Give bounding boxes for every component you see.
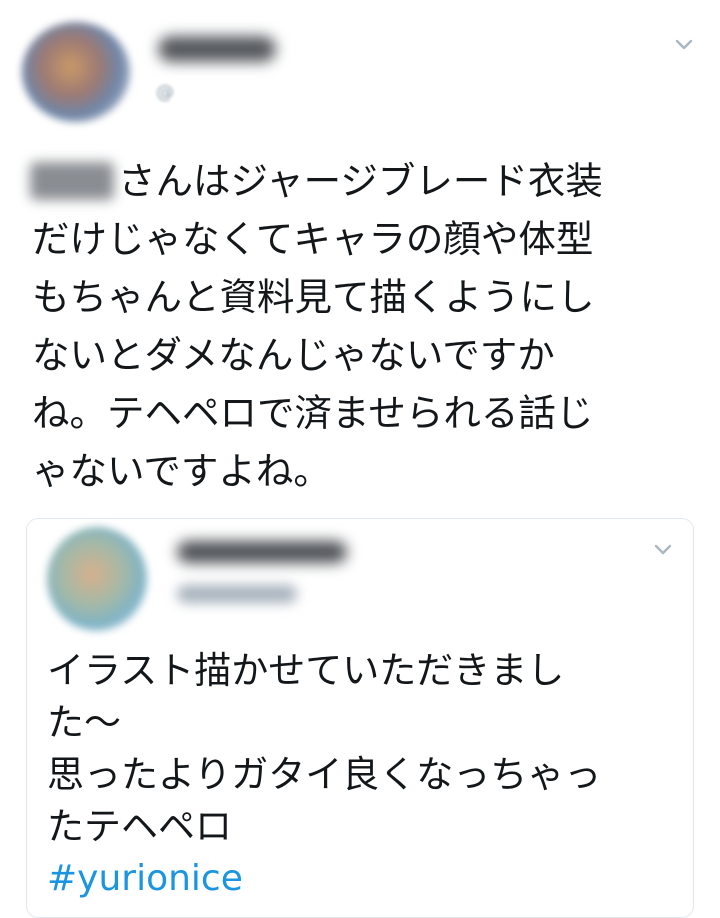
chevron-down-icon[interactable]	[674, 34, 694, 54]
tweet: @ さんはジャージブレード衣装 だけじゃなくてキャラの顔や体型 もちゃんと資料見…	[0, 0, 720, 918]
tweet-text: さんはジャージブレード衣装 だけじゃなくてキャラの顔や体型 もちゃんと資料見て描…	[32, 159, 603, 493]
quoted-tweet-text: イラスト描かせていただきまし た〜 思ったよりガタイ良くなっちゃっ たテヘペロ #…	[47, 645, 677, 905]
hashtag-link[interactable]: #yurionice	[47, 853, 677, 905]
quoted-handle-redacted[interactable]	[177, 585, 297, 603]
avatar[interactable]	[47, 527, 147, 631]
avatar[interactable]	[22, 22, 130, 122]
quoted-tweet-card[interactable]: イラスト描かせていただきまし た〜 思ったよりガタイ良くなっちゃっ たテヘペロ #…	[26, 518, 694, 918]
user-handle[interactable]: @	[156, 80, 276, 106]
quoted-display-name-redacted[interactable]	[177, 541, 347, 563]
chevron-down-icon[interactable]	[653, 539, 673, 559]
display-name-redacted[interactable]	[158, 36, 276, 62]
